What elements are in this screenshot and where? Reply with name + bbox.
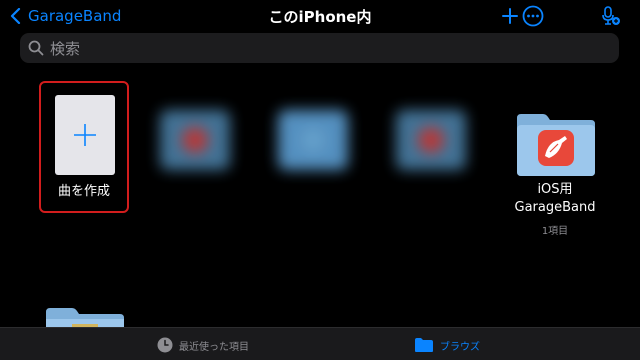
- clock-icon: [157, 337, 173, 353]
- garageband-folder-icon[interactable]: [515, 112, 597, 178]
- plus-icon: [74, 124, 96, 146]
- voice-memo-button[interactable]: [598, 4, 624, 28]
- search-icon: [28, 40, 44, 56]
- tab-bar: 最近使った項目 ブラウズ: [0, 327, 640, 360]
- plus-icon: [502, 8, 518, 24]
- more-button[interactable]: [520, 4, 546, 28]
- folder-fill-icon: [415, 338, 433, 352]
- new-document-thumbnail: [55, 95, 115, 175]
- search-placeholder: 検索: [50, 39, 81, 58]
- blurred-song-thumbnail[interactable]: [160, 110, 230, 170]
- mic-plus-icon: [602, 6, 620, 25]
- folder-label: iOS用 GarageBand: [514, 182, 596, 215]
- blurred-song-thumbnail[interactable]: [396, 110, 466, 170]
- folder-item-count: 1項目: [541, 226, 569, 237]
- create-song-item[interactable]: 曲を作成: [39, 81, 129, 213]
- ellipsis-circle-icon: [522, 5, 544, 27]
- create-song-label: 曲を作成: [57, 184, 110, 199]
- search-field[interactable]: 検索: [20, 33, 619, 63]
- tab-browse-label: ブラウズ: [440, 341, 480, 353]
- tab-recents[interactable]: 最近使った項目: [157, 335, 249, 355]
- navigation-bar: GarageBand このiPhone内: [0, 0, 640, 32]
- tab-browse[interactable]: ブラウズ: [414, 335, 480, 355]
- blurred-song-thumbnail[interactable]: [278, 110, 348, 170]
- tab-recents-label: 最近使った項目: [179, 341, 249, 353]
